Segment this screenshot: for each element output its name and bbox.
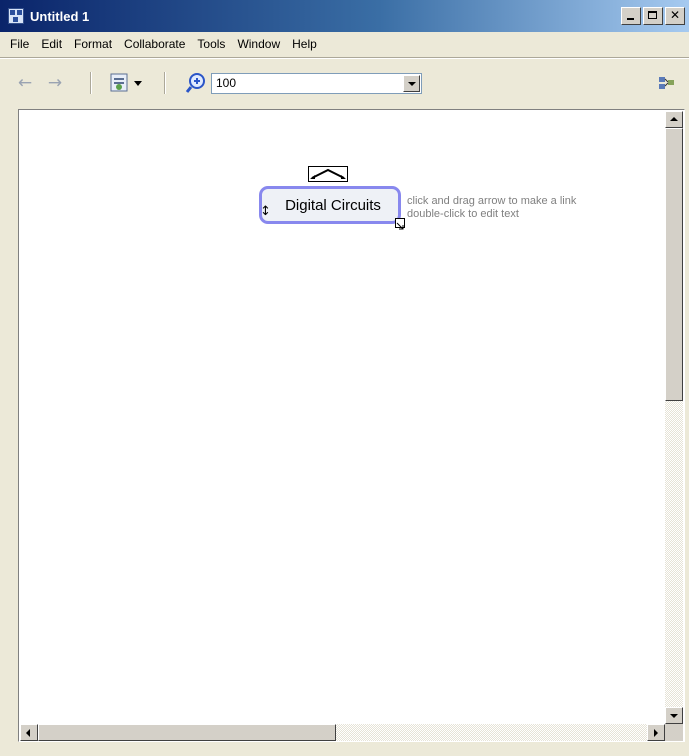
hint-line-link: click and drag arrow to make a link [407, 195, 577, 207]
view-dropdown-button[interactable] [108, 70, 148, 96]
collaborate-icon [659, 77, 674, 89]
menu-tools[interactable]: Tools [191, 37, 231, 51]
menu-help[interactable]: Help [286, 37, 323, 51]
toolbar: ← → 100 [0, 62, 689, 104]
scroll-up-button[interactable] [665, 111, 683, 128]
toolbar-separator-2 [164, 72, 166, 94]
maximize-button[interactable] [643, 7, 663, 25]
horizontal-scroll-thumb[interactable] [38, 724, 336, 741]
back-arrow-icon: ← [17, 73, 33, 93]
back-button[interactable]: ← [14, 72, 36, 94]
window-title: Untitled 1 [30, 8, 90, 24]
close-button[interactable]: ✕ [665, 7, 685, 25]
hint-line-edit: double-click to edit text [407, 208, 519, 220]
menu-collaborate[interactable]: Collaborate [118, 37, 191, 51]
scroll-right-button[interactable] [647, 724, 665, 741]
forward-button[interactable]: → [44, 72, 66, 94]
vertical-resize-icon[interactable]: ↕ [260, 205, 271, 218]
link-arrow-icon [310, 168, 346, 179]
window-controls: ✕ [621, 7, 685, 25]
zoom-button[interactable] [184, 71, 208, 95]
resize-icon [396, 222, 404, 230]
menu-file[interactable]: File [4, 37, 35, 51]
zoom-icon [185, 73, 205, 93]
concept-map-frame: Digital Circuits ↕ click and drag arrow … [18, 109, 685, 742]
minimize-button[interactable] [621, 7, 641, 25]
link-arrow-handle[interactable] [308, 166, 348, 182]
vertical-scroll-thumb[interactable] [665, 128, 683, 401]
zoom-level-value: 100 [216, 76, 237, 90]
concept-node[interactable]: Digital Circuits [259, 186, 401, 224]
menu-bar: File Edit Format Collaborate Tools Windo… [0, 32, 689, 56]
collaborate-button[interactable] [656, 72, 678, 94]
hint-text: click and drag arrow to make a link doub… [407, 195, 576, 221]
view-icon [110, 73, 142, 92]
scrollbar-corner [665, 724, 683, 741]
menu-format[interactable]: Format [68, 37, 118, 51]
zoom-level-combobox[interactable]: 100 [211, 73, 422, 94]
scroll-left-button[interactable] [20, 724, 38, 741]
app-icon [8, 8, 24, 24]
concept-node-label: Digital Circuits [285, 196, 381, 214]
scroll-down-button[interactable] [665, 707, 683, 724]
zoom-dropdown-button[interactable] [403, 75, 420, 92]
menu-edit[interactable]: Edit [35, 37, 68, 51]
vertical-scrollbar[interactable] [665, 111, 683, 724]
concept-map-canvas[interactable]: Digital Circuits ↕ click and drag arrow … [20, 111, 665, 724]
resize-handle[interactable] [395, 218, 405, 230]
toolbar-separator [90, 72, 92, 94]
horizontal-scrollbar[interactable] [20, 724, 665, 741]
menu-window[interactable]: Window [231, 37, 286, 51]
menu-divider [0, 57, 689, 59]
forward-arrow-icon: → [47, 73, 63, 93]
title-bar[interactable]: Untitled 1 ✕ [0, 0, 689, 32]
